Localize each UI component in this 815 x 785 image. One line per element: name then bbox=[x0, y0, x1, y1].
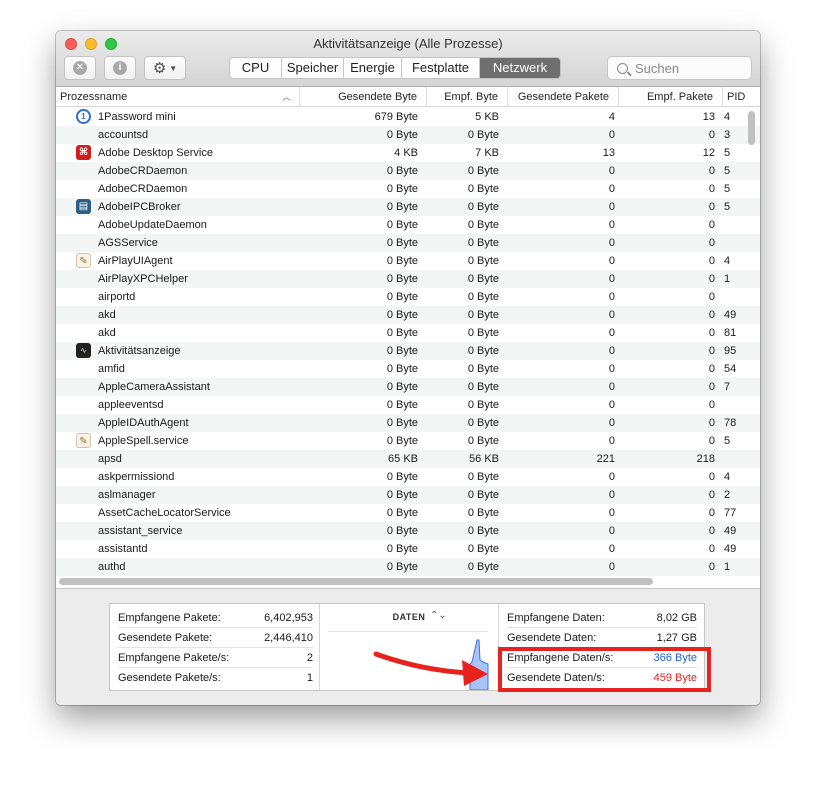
annotation-arrow-head bbox=[462, 660, 488, 686]
annotation-arrow bbox=[373, 651, 488, 686]
annotation-arrow-shaft bbox=[373, 651, 471, 676]
